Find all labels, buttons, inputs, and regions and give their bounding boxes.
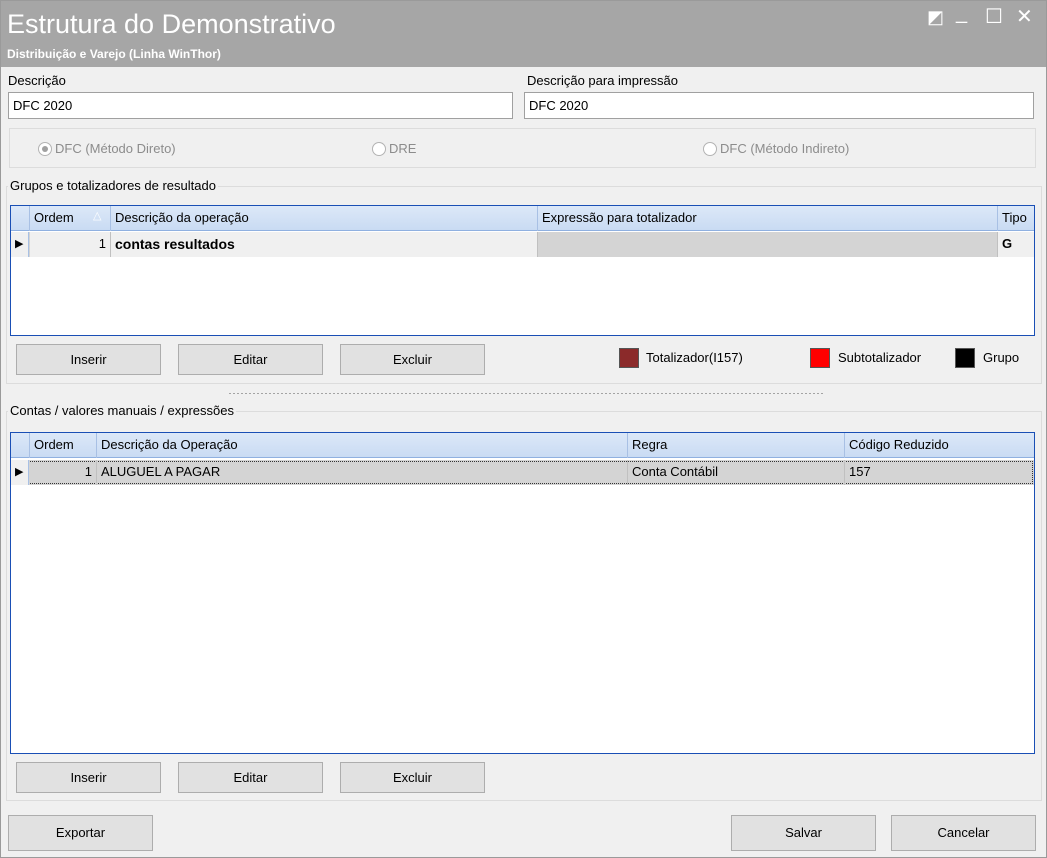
radio-label: DFC (Método Direto): [55, 141, 176, 156]
contas-editar-button[interactable]: Editar: [178, 762, 323, 793]
sort-asc-icon: △: [93, 210, 102, 222]
radio-unchecked-icon: [703, 141, 717, 156]
impressao-label: Descrição para impressão: [527, 73, 679, 88]
exportar-button[interactable]: Exportar: [8, 815, 153, 851]
row-pointer-icon: ▶: [11, 460, 29, 485]
cell-codigo: 157: [849, 464, 871, 479]
contas-excluir-button[interactable]: Excluir: [340, 762, 485, 793]
descricao-label: Descrição: [8, 73, 66, 88]
cell-descricao: ALUGUEL A PAGAR: [97, 460, 628, 485]
contas-grid[interactable]: Ordem Descrição da Operação Regra Código…: [10, 432, 1035, 754]
window: Estrutura do Demonstrativo Distribuição …: [0, 0, 1047, 858]
radio-dre[interactable]: DRE: [372, 141, 416, 156]
column-header-regra[interactable]: Regra: [628, 433, 845, 458]
radio-label: DRE: [389, 141, 417, 156]
grupos-inserir-button[interactable]: Inserir: [16, 344, 161, 375]
column-header-expressao[interactable]: Expressão para totalizador: [538, 206, 998, 231]
tipo-radio-group: DFC (Método Direto) DRE DFC (Método Indi…: [9, 128, 1036, 168]
radio-dfc-direto[interactable]: DFC (Método Direto): [38, 141, 176, 156]
column-header-ordem[interactable]: Ordem: [30, 433, 97, 458]
totalizador-swatch: [619, 348, 639, 368]
column-label: Ordem: [34, 210, 74, 225]
radio-unchecked-icon: [372, 141, 386, 156]
salvar-button[interactable]: Salvar: [731, 815, 876, 851]
contas-title: Contas / valores manuais / expressões: [8, 403, 236, 418]
grupo-legend-label: Grupo: [983, 350, 1020, 365]
grupos-grid[interactable]: Ordem △ Descrição da operação Expressão …: [10, 205, 1035, 336]
grupos-editar-button[interactable]: Editar: [178, 344, 323, 375]
cell-descricao: contas resultados: [111, 232, 538, 257]
impressao-input[interactable]: DFC 2020: [524, 92, 1034, 119]
contas-inserir-button[interactable]: Inserir: [16, 762, 161, 793]
descricao-input[interactable]: DFC 2020: [8, 92, 513, 119]
subtotalizador-legend-label: Subtotalizador: [838, 350, 922, 365]
cell-tipo: G: [998, 232, 1034, 257]
header-indicator: [11, 433, 30, 458]
contas-grid-header: Ordem Descrição da Operação Regra Código…: [11, 433, 1034, 458]
cell-ordem: 1: [30, 460, 97, 485]
grupos-grid-header: Ordem △ Descrição da operação Expressão …: [11, 206, 1034, 231]
table-row[interactable]: ▶ 1 contas resultados G: [11, 232, 1034, 257]
header-indicator: [11, 206, 30, 231]
radio-label: DFC (Método Indireto): [720, 141, 850, 156]
maximize-icon[interactable]: ☐: [985, 7, 1003, 27]
column-header-descricao[interactable]: Descrição da Operação: [97, 433, 628, 458]
window-subtitle: Distribuição e Varejo (Linha WinThor): [7, 47, 221, 61]
totalizador-legend-label: Totalizador(I157): [646, 350, 743, 365]
window-title: Estrutura do Demonstrativo: [7, 9, 336, 39]
column-header-tipo[interactable]: Tipo: [998, 206, 1034, 231]
cell-ordem: 1: [30, 232, 111, 257]
grupo-swatch: [955, 348, 975, 368]
radio-dfc-indireto[interactable]: DFC (Método Indireto): [703, 141, 849, 156]
subtotalizador-swatch: [810, 348, 830, 368]
title-bar[interactable]: Estrutura do Demonstrativo Distribuição …: [1, 1, 1046, 67]
grupos-excluir-button[interactable]: Excluir: [340, 344, 485, 375]
cancelar-button[interactable]: Cancelar: [891, 815, 1036, 851]
row-pointer-icon: ▶: [11, 232, 29, 257]
column-header-codigo[interactable]: Código Reduzido: [845, 433, 1034, 458]
minimize-icon[interactable]: _: [956, 3, 967, 23]
splitter-handle[interactable]: [228, 392, 824, 396]
close-icon[interactable]: ✕: [1016, 7, 1033, 27]
radio-checked-icon: [38, 141, 52, 156]
cell-regra: Conta Contábil: [628, 460, 845, 485]
restore-icon[interactable]: ◩: [927, 7, 944, 27]
column-header-descricao[interactable]: Descrição da operação: [111, 206, 538, 231]
table-row[interactable]: ▶ 1 ALUGUEL A PAGAR Conta Contábil 157: [11, 460, 1034, 485]
grupos-title: Grupos e totalizadores de resultado: [8, 178, 218, 193]
column-header-ordem[interactable]: Ordem △: [30, 206, 111, 231]
cell-expressao: [538, 232, 998, 257]
